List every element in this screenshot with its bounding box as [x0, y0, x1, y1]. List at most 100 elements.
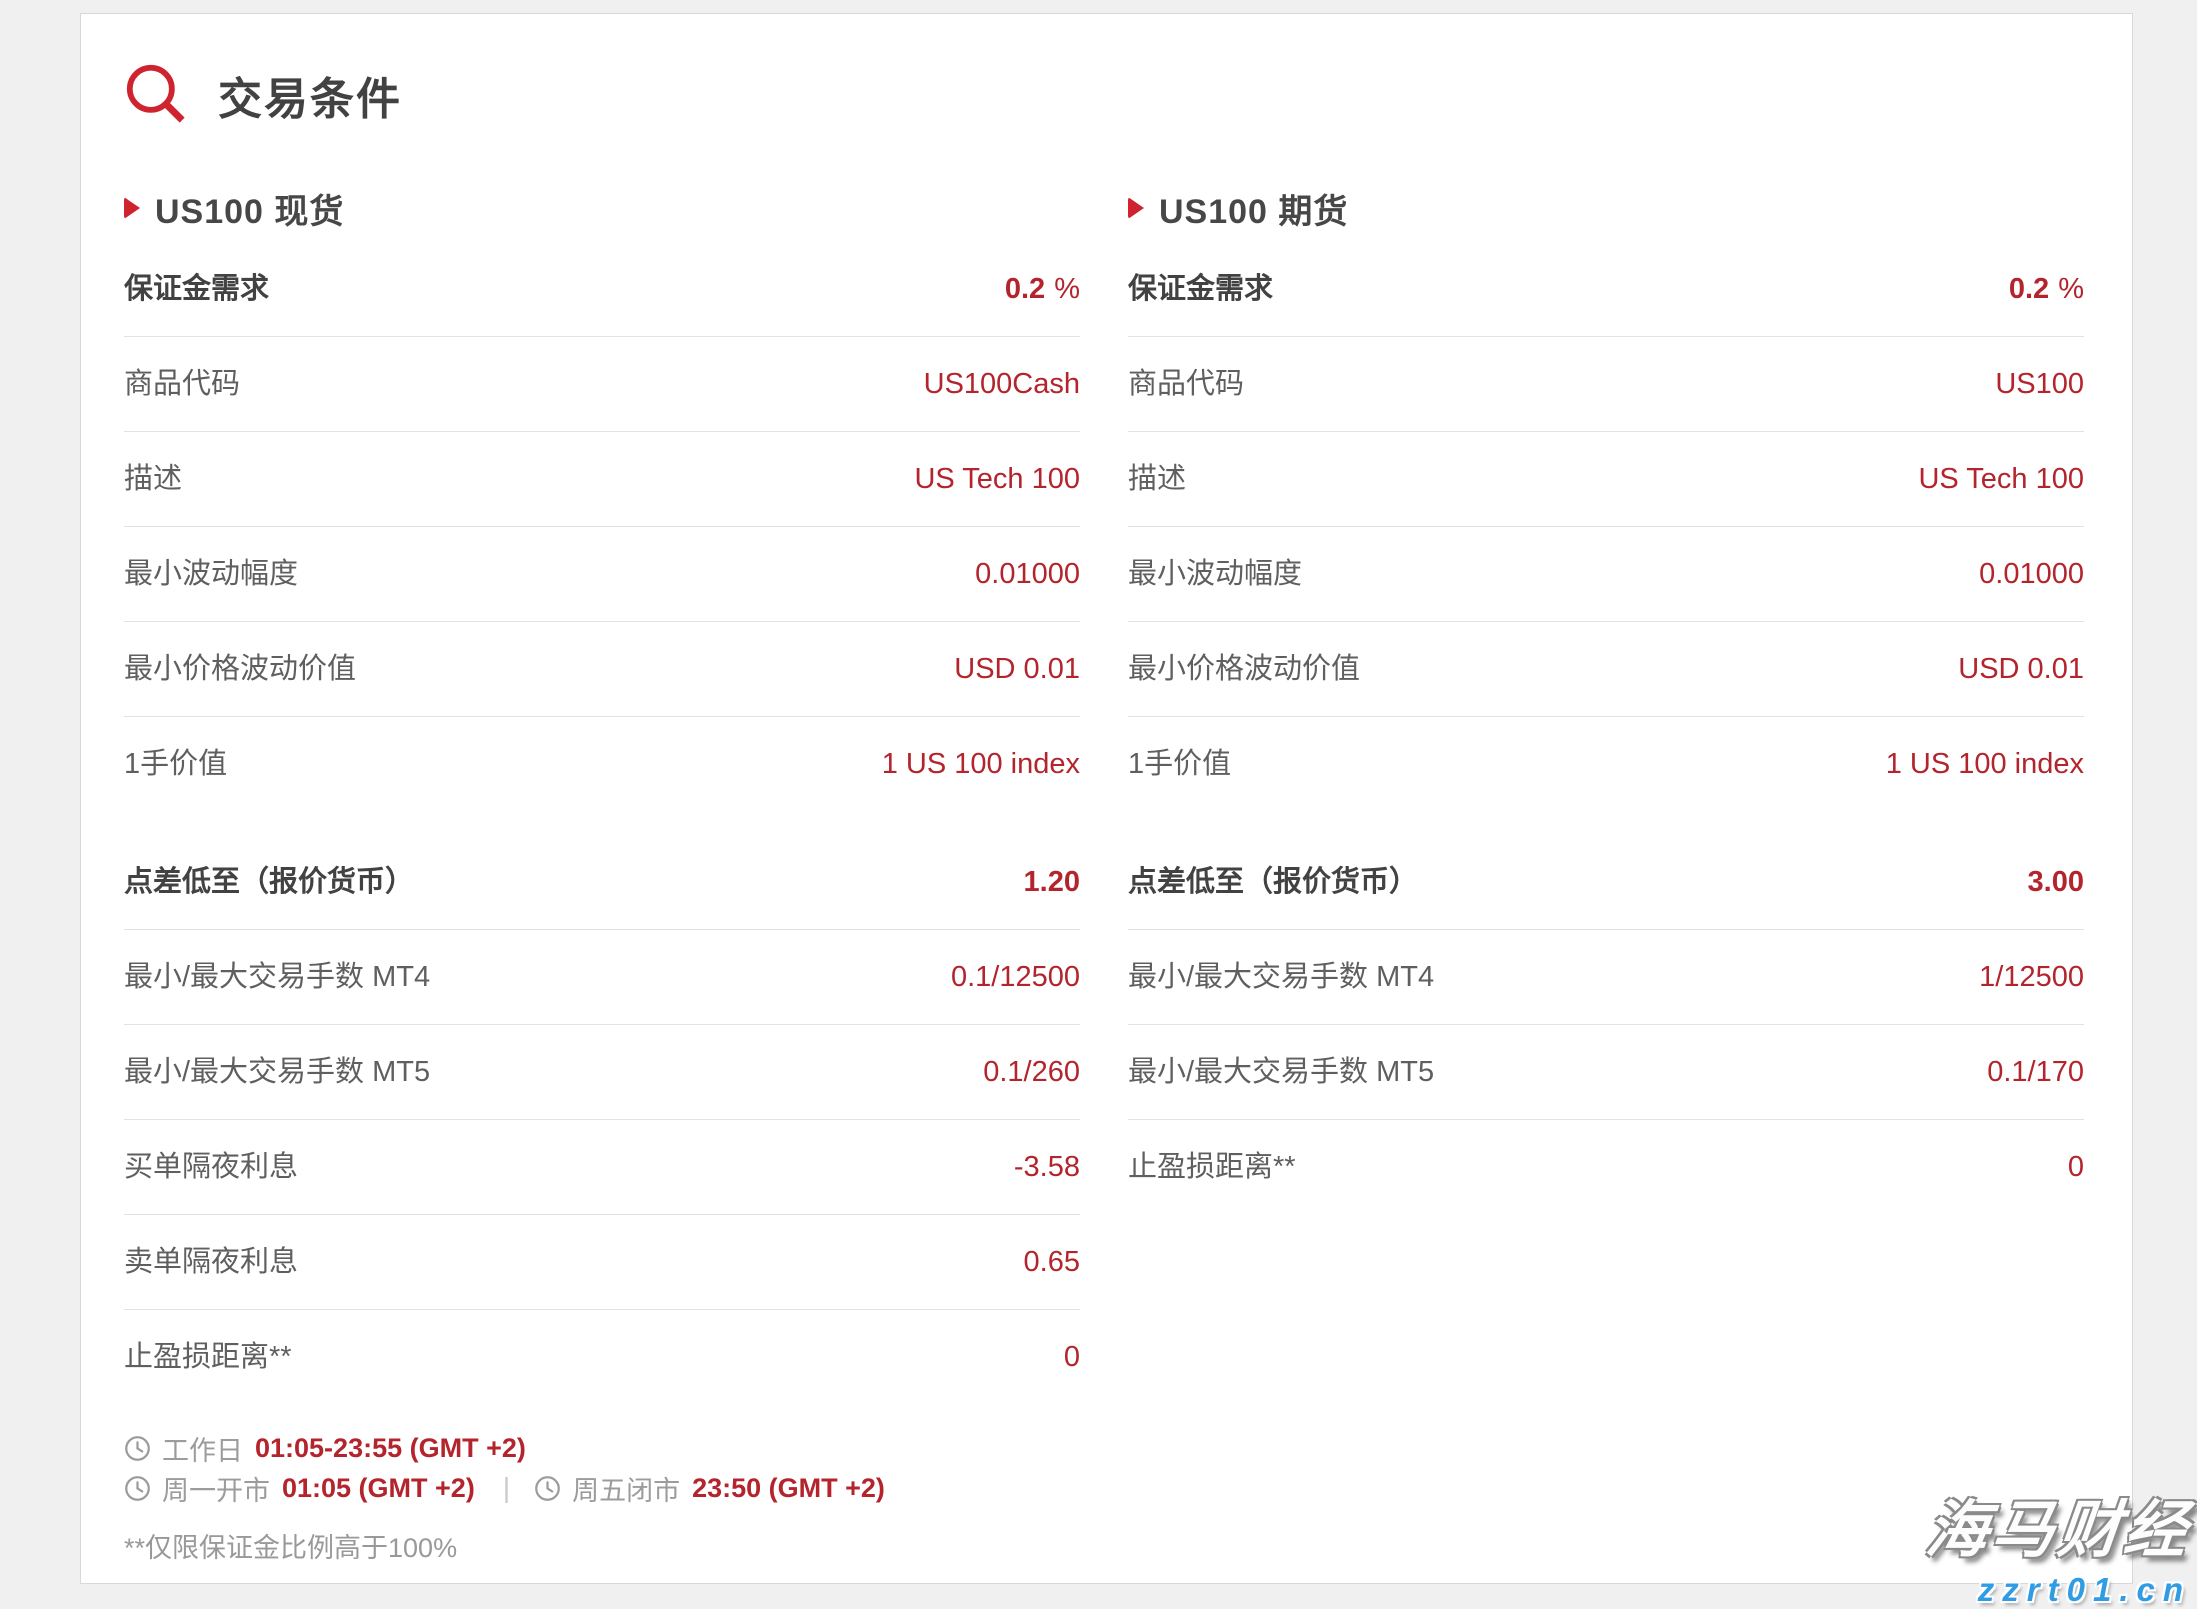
friday-close-label: 周五闭市 [572, 1469, 680, 1508]
monday-open-label: 周一开市 [162, 1469, 270, 1508]
row-value: 0.65 [1024, 1244, 1080, 1280]
monday-open-time: 01:05 (GMT +2) [282, 1473, 475, 1504]
spot-specs-section: 保证金需求 0.2% 商品代码 US100Cash 描述 US Tech 100… [124, 242, 1080, 811]
row-description: 描述 US Tech 100 [1128, 432, 2084, 527]
row-stop-distance: 止盈损距离** 0 [124, 1310, 1080, 1404]
row-label: 买单隔夜利息 [124, 1149, 298, 1185]
row-label: 最小/最大交易手数 MT4 [1128, 959, 1434, 995]
workday-label: 工作日 [162, 1429, 243, 1468]
row-symbol: 商品代码 US100Cash [124, 337, 1080, 432]
row-label: 最小/最大交易手数 MT5 [124, 1054, 430, 1090]
margin-unit: % [2058, 273, 2084, 305]
row-label: 最小/最大交易手数 MT5 [1128, 1054, 1434, 1090]
row-swap-long: 买单隔夜利息 -3.58 [124, 1120, 1080, 1215]
row-label: 点差低至（报价货币） [1128, 864, 1418, 900]
row-label: 描述 [1128, 461, 1186, 497]
row-swap-short: 卖单隔夜利息 0.65 [124, 1215, 1080, 1310]
futures-column-header[interactable]: US100 期货 [1128, 186, 2084, 230]
row-value: 0.2% [2009, 271, 2084, 307]
trading-conditions-card: 交易条件 US100 现货 保证金需求 0.2% 商品代码 US100Cash [80, 13, 2133, 1584]
row-value: 0 [2068, 1149, 2084, 1185]
row-value: 0.2% [1005, 271, 1080, 307]
futures-specs-section: 保证金需求 0.2% 商品代码 US100 描述 US Tech 100 最小波… [1128, 242, 2084, 811]
row-value: 0.01000 [1979, 556, 2084, 592]
futures-column: US100 期货 保证金需求 0.2% 商品代码 US100 描述 US Tec… [1128, 186, 2084, 1404]
row-lot-value: 1手价值 1 US 100 index [1128, 717, 2084, 811]
row-value: 0.1/12500 [951, 959, 1080, 995]
row-value: USD 0.01 [1958, 651, 2084, 687]
row-label: 1手价值 [124, 746, 227, 782]
row-label: 描述 [124, 461, 182, 497]
row-stop-distance: 止盈损距离** 0 [1128, 1120, 2084, 1214]
spot-trading-section: 点差低至（报价货币） 1.20 最小/最大交易手数 MT4 0.1/12500 … [124, 835, 1080, 1404]
futures-column-title: US100 期货 [1159, 184, 1348, 233]
row-value: 0.1/260 [983, 1054, 1080, 1090]
row-label: 最小波动幅度 [1128, 556, 1302, 592]
row-lot-value: 1手价值 1 US 100 index [124, 717, 1080, 811]
row-label: 最小价格波动价值 [1128, 651, 1360, 687]
row-value: 1 US 100 index [1886, 746, 2084, 782]
row-symbol: 商品代码 US100 [1128, 337, 2084, 432]
row-label: 商品代码 [1128, 366, 1244, 402]
row-mt4-lots: 最小/最大交易手数 MT4 0.1/12500 [124, 930, 1080, 1025]
margin-unit: % [1054, 273, 1080, 305]
row-label: 点差低至（报价货币） [124, 864, 414, 900]
row-tick-value: 最小价格波动价值 USD 0.01 [124, 622, 1080, 717]
conditions-columns: US100 现货 保证金需求 0.2% 商品代码 US100Cash 描述 US… [124, 186, 2084, 1404]
row-value: 0.01000 [975, 556, 1080, 592]
row-label: 卖单隔夜利息 [124, 1244, 298, 1280]
row-value: 1 US 100 index [882, 746, 1080, 782]
row-margin-requirement: 保证金需求 0.2% [1128, 242, 2084, 337]
row-value: US100 [1995, 366, 2084, 402]
row-value: US100Cash [924, 366, 1080, 402]
row-spread: 点差低至（报价货币） 3.00 [1128, 835, 2084, 930]
clock-icon [124, 1435, 151, 1462]
clock-icon [534, 1475, 561, 1502]
row-mt4-lots: 最小/最大交易手数 MT4 1/12500 [1128, 930, 2084, 1025]
row-description: 描述 US Tech 100 [124, 432, 1080, 527]
row-label: 最小/最大交易手数 MT4 [124, 959, 430, 995]
clock-icon [124, 1475, 151, 1502]
row-tick-value: 最小价格波动价值 USD 0.01 [1128, 622, 2084, 717]
row-value: 1/12500 [1979, 959, 2084, 995]
row-label: 最小价格波动价值 [124, 651, 356, 687]
row-label: 保证金需求 [1128, 271, 1273, 307]
friday-close-time: 23:50 (GMT +2) [692, 1473, 885, 1504]
row-min-fluctuation: 最小波动幅度 0.01000 [124, 527, 1080, 622]
row-value: 1.20 [1024, 864, 1080, 900]
row-value: -3.58 [1014, 1149, 1080, 1185]
row-label: 止盈损距离** [1128, 1149, 1296, 1185]
row-label: 最小波动幅度 [124, 556, 298, 592]
row-mt5-lots: 最小/最大交易手数 MT5 0.1/170 [1128, 1025, 2084, 1120]
row-mt5-lots: 最小/最大交易手数 MT5 0.1/260 [124, 1025, 1080, 1120]
trading-hours: 工作日 01:05-23:55 (GMT +2) 周一开市 01:05 (GMT… [124, 1430, 2084, 1506]
margin-value: 0.2 [2009, 273, 2049, 305]
trading-hours-workday: 工作日 01:05-23:55 (GMT +2) [124, 1430, 2084, 1466]
row-label: 商品代码 [124, 366, 240, 402]
row-value: US Tech 100 [1918, 461, 2084, 497]
row-min-fluctuation: 最小波动幅度 0.01000 [1128, 527, 2084, 622]
workday-time: 01:05-23:55 (GMT +2) [255, 1433, 526, 1464]
row-spread: 点差低至（报价货币） 1.20 [124, 835, 1080, 930]
row-value: 3.00 [2028, 864, 2084, 900]
spot-column-title: US100 现货 [155, 184, 344, 233]
page-title-row: 交易条件 [124, 62, 2084, 128]
row-label: 止盈损距离** [124, 1339, 292, 1375]
page-title: 交易条件 [218, 63, 402, 127]
spot-column: US100 现货 保证金需求 0.2% 商品代码 US100Cash 描述 US… [124, 186, 1080, 1404]
margin-footnote: **仅限保证金比例高于100% [124, 1526, 2084, 1565]
row-value: 0 [1064, 1339, 1080, 1375]
row-value: US Tech 100 [914, 461, 1080, 497]
row-value: 0.1/170 [1987, 1054, 2084, 1090]
futures-trading-section: 点差低至（报价货币） 3.00 最小/最大交易手数 MT4 1/12500 最小… [1128, 835, 2084, 1214]
separator: | [503, 1472, 510, 1504]
row-value: USD 0.01 [954, 651, 1080, 687]
row-label: 1手价值 [1128, 746, 1231, 782]
margin-value: 0.2 [1005, 273, 1045, 305]
triangle-marker-icon [1128, 197, 1144, 219]
triangle-marker-icon [124, 197, 140, 219]
page: 交易条件 US100 现货 保证金需求 0.2% 商品代码 US100Cash [0, 0, 2197, 1609]
row-label: 保证金需求 [124, 271, 269, 307]
spot-column-header[interactable]: US100 现货 [124, 186, 1080, 230]
search-icon [124, 62, 190, 128]
